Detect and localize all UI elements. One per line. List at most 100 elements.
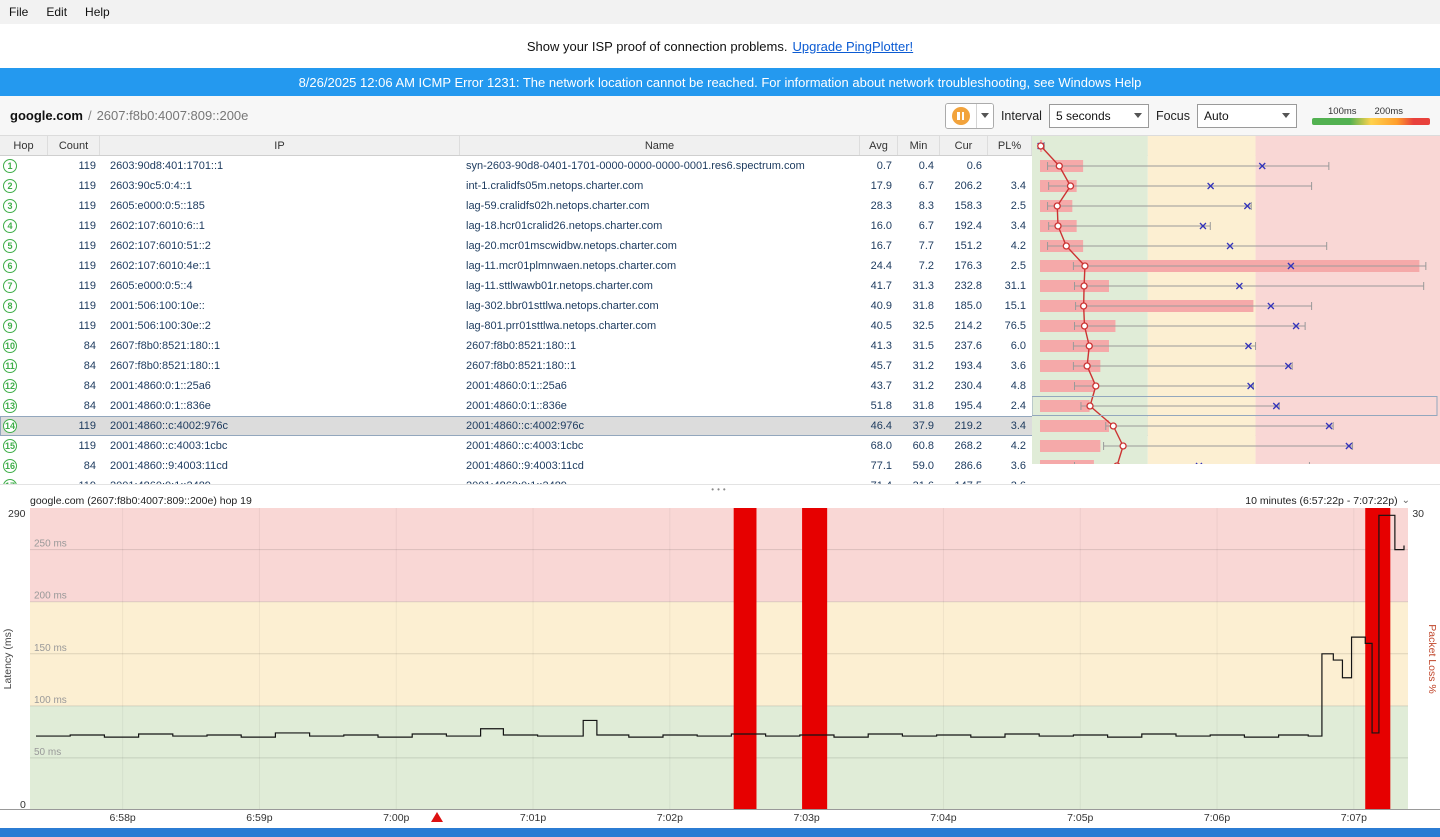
time-marker-triangle[interactable] bbox=[431, 812, 444, 822]
gridline-label: 100 ms bbox=[34, 695, 67, 706]
cur-cell: 268.2 bbox=[954, 440, 982, 452]
timeline-chart[interactable]: 50 ms 100 ms 150 ms 200 ms 250 ms bbox=[0, 508, 1440, 810]
name-cell: 2001:4860::c:4002:976c bbox=[466, 420, 585, 432]
ip-cell: 2603:90c5:0:4::1 bbox=[110, 180, 192, 192]
min-cell: 31.2 bbox=[912, 380, 934, 392]
table-row[interactable]: 1 119 2603:90d8:401:1701::1 syn-2603-90d… bbox=[0, 156, 1440, 176]
timeline-range-label[interactable]: 10 minutes (6:57:22p - 7:07:22p) bbox=[1245, 495, 1397, 507]
hop-badge: 1 bbox=[3, 159, 17, 173]
interval-label: Interval bbox=[1000, 108, 1042, 123]
focus-select[interactable]: Auto bbox=[1197, 103, 1297, 128]
count-cell: 119 bbox=[78, 240, 96, 252]
avg-cell: 71.4 bbox=[860, 476, 898, 484]
table-row[interactable]: 12 84 2001:4860:0:1::25a6 2001:4860:0:1:… bbox=[0, 376, 1440, 396]
time-tick-label: 7:03p bbox=[793, 812, 820, 824]
timeline-scrollbar[interactable] bbox=[0, 828, 1440, 837]
min-cell: 31.5 bbox=[912, 340, 934, 352]
latency-scale-legend: 100ms 200ms bbox=[1312, 106, 1430, 125]
count-cell: 119 bbox=[78, 160, 96, 172]
header-hop[interactable]: Hop bbox=[0, 136, 48, 155]
name-cell: 2001:4860::9:4003:11cd bbox=[466, 460, 584, 472]
menu-edit[interactable]: Edit bbox=[37, 0, 76, 24]
target-host[interactable]: google.com bbox=[10, 108, 83, 123]
table-row[interactable]: 15 119 2001:4860::c:4003:1cbc 2001:4860:… bbox=[0, 436, 1440, 456]
time-tick-label: 7:00p bbox=[383, 812, 410, 824]
icmp-error-banner[interactable]: 8/26/2025 12:06 AM ICMP Error 1231: The … bbox=[0, 68, 1440, 96]
pause-dropdown-button[interactable] bbox=[975, 103, 993, 128]
latency-axis-label: Latency (ms) bbox=[2, 628, 14, 690]
pause-button[interactable] bbox=[945, 103, 976, 128]
timeline-title: google.com (2607:f8b0:4007:809::200e) ho… bbox=[30, 495, 252, 507]
avg-cell: 51.8 bbox=[870, 400, 892, 412]
min-cell: 6.7 bbox=[918, 180, 934, 192]
header-avg[interactable]: Avg bbox=[860, 136, 898, 155]
cur-cell: 193.4 bbox=[954, 360, 982, 372]
table-row[interactable]: 7 119 2605:e000:0:5::4 lag-11.sttlwawb01… bbox=[0, 276, 1440, 296]
avg-cell: 40.5 bbox=[870, 320, 892, 332]
table-row[interactable]: 13 84 2001:4860:0:1::836e 2001:4860:0:1:… bbox=[0, 396, 1440, 416]
menu-file[interactable]: File bbox=[0, 0, 37, 24]
ip-cell: 2605:e000:0:5::4 bbox=[110, 280, 193, 292]
min-cell: 6.7 bbox=[918, 220, 934, 232]
time-tick-label: 7:07p bbox=[1340, 812, 1367, 824]
min-cell: 60.8 bbox=[912, 440, 934, 452]
pl-cell: 4.2 bbox=[1010, 240, 1026, 252]
latency-graph-cell bbox=[1032, 456, 1440, 476]
upgrade-pingplotter-link[interactable]: Upgrade PingPlotter! bbox=[792, 39, 913, 54]
pane-splitter[interactable]: ••• bbox=[0, 484, 1440, 494]
min-cell: 31.8 bbox=[912, 300, 934, 312]
header-count[interactable]: Count bbox=[48, 136, 100, 155]
header-pl[interactable]: PL% bbox=[988, 136, 1032, 155]
name-cell: 2001:4860:0:1::25a6 bbox=[466, 380, 567, 392]
count-cell: 84 bbox=[83, 340, 96, 352]
gridline-label: 50 ms bbox=[34, 747, 61, 758]
cur-cell: 232.8 bbox=[954, 280, 982, 292]
table-row[interactable]: 8 119 2001:506:100:10e:: lag-302.bbr01st… bbox=[0, 296, 1440, 316]
hop-badge: 12 bbox=[3, 379, 17, 393]
timeline-header: google.com (2607:f8b0:4007:809::200e) ho… bbox=[0, 494, 1440, 508]
menu-help[interactable]: Help bbox=[76, 0, 119, 24]
header-latency-graph[interactable]: 0 ms Latency 360 ms bbox=[1032, 136, 1440, 155]
latency-graph-cell bbox=[1032, 176, 1440, 196]
table-row[interactable]: 14 119 2001:4860::c:4002:976c 2001:4860:… bbox=[0, 416, 1440, 436]
header-name[interactable]: Name bbox=[460, 136, 860, 155]
cur-cell: 286.6 bbox=[954, 460, 982, 472]
count-cell: 119 bbox=[78, 420, 96, 432]
ip-cell: 2607:f8b0:8521:180::1 bbox=[110, 340, 221, 352]
name-cell: lag-20.mcr01mscwidbw.netops.charter.com bbox=[466, 240, 677, 252]
table-row[interactable]: 11 84 2607:f8b0:8521:180::1 2607:f8b0:85… bbox=[0, 356, 1440, 376]
trace-controls: Interval 5 seconds Focus Auto 100ms 200m… bbox=[944, 102, 1430, 129]
pl-cell: 76.5 bbox=[1004, 320, 1026, 332]
pl-cell: 3.6 bbox=[1010, 460, 1026, 472]
pl-cell: 3.6 bbox=[988, 476, 1032, 484]
table-row[interactable]: 6 119 2602:107:6010:4e::1 lag-11.mcr01pl… bbox=[0, 256, 1440, 276]
pl-cell: 3.4 bbox=[1010, 180, 1026, 192]
chevron-down-icon[interactable]: ⌄ bbox=[1402, 496, 1410, 506]
name-cell: 2001:4860:0:1::836e bbox=[466, 400, 567, 412]
min-cell: 31.6 bbox=[898, 476, 940, 484]
header-min[interactable]: Min bbox=[898, 136, 940, 155]
hop-badge: 3 bbox=[3, 199, 17, 213]
cur-cell: 195.4 bbox=[954, 400, 982, 412]
focus-value: Auto bbox=[1204, 108, 1229, 123]
table-row[interactable]: 2 119 2603:90c5:0:4::1 int-1.cralidfs05m… bbox=[0, 176, 1440, 196]
header-cur[interactable]: Cur bbox=[940, 136, 988, 155]
count-cell: 84 bbox=[83, 460, 96, 472]
table-row[interactable]: 9 119 2001:506:100:30e::2 lag-801.prr01s… bbox=[0, 316, 1440, 336]
gridline-label: 250 ms bbox=[34, 539, 67, 550]
table-row[interactable]: 17 119 2001:4860:0:1::2489 2001:4860:0:1… bbox=[0, 476, 1440, 484]
table-row[interactable]: 3 119 2605:e000:0:5::185 lag-59.cralidfs… bbox=[0, 196, 1440, 216]
min-cell: 32.5 bbox=[912, 320, 934, 332]
pl-cell: 3.6 bbox=[1010, 360, 1026, 372]
min-cell: 0.4 bbox=[918, 160, 934, 172]
table-row[interactable]: 5 119 2602:107:6010:51::2 lag-20.mcr01ms… bbox=[0, 236, 1440, 256]
cur-cell: 176.3 bbox=[954, 260, 982, 272]
header-ip[interactable]: IP bbox=[100, 136, 460, 155]
interval-select[interactable]: 5 seconds bbox=[1048, 103, 1149, 128]
name-cell: lag-11.sttlwawb01r.netops.charter.com bbox=[466, 280, 653, 292]
pause-split-button bbox=[944, 102, 994, 129]
table-row[interactable]: 10 84 2607:f8b0:8521:180::1 2607:f8b0:85… bbox=[0, 336, 1440, 356]
table-row[interactable]: 16 84 2001:4860::9:4003:11cd 2001:4860::… bbox=[0, 456, 1440, 476]
table-row[interactable]: 4 119 2602:107:6010:6::1 lag-18.hcr01cra… bbox=[0, 216, 1440, 236]
packet-loss-axis-label: Packet Loss % bbox=[1426, 624, 1438, 694]
